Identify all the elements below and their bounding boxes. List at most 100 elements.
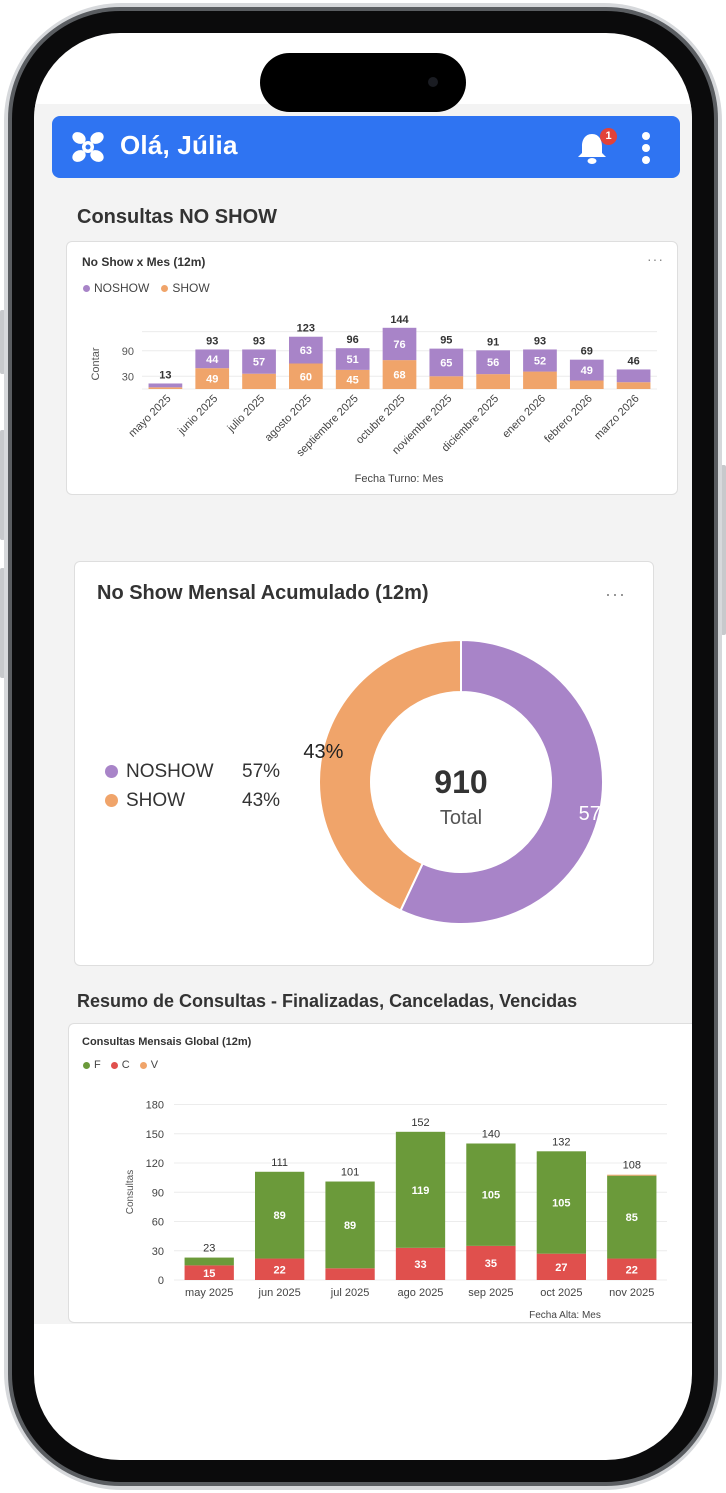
total-label: 132 <box>552 1136 570 1148</box>
noshow-bar-chart: 30 90 Contar 13 mayo 2025 49 44 93 junio 2025 57 9… <box>90 314 657 485</box>
data-label: 119 <box>412 1185 430 1197</box>
y-axis-label: Consultas <box>125 1170 136 1214</box>
data-label: 22 <box>626 1264 638 1276</box>
y-axis-label: Contar <box>90 347 102 380</box>
y-tick-label: 30 <box>152 1246 164 1258</box>
data-label: 33 <box>414 1259 426 1271</box>
global-bar-chart: 0 30 60 90 120 150 180 Consultas 15 23 may 2025 22 8… <box>125 1100 667 1321</box>
donut-total-value: 910 <box>434 764 487 800</box>
x-tick-label: oct 2025 <box>540 1287 582 1299</box>
noshow-section-title: Consultas NO SHOW <box>77 206 278 228</box>
x-tick-label: jul 2025 <box>330 1287 370 1299</box>
bar-segment-show[interactable] <box>616 382 651 389</box>
data-label: 49 <box>581 365 593 377</box>
bar-segment-c[interactable] <box>325 1268 375 1280</box>
camera-icon <box>428 77 438 87</box>
bar-segment-v[interactable] <box>607 1174 657 1176</box>
total-label: 93 <box>534 335 546 347</box>
data-label: 65 <box>440 357 452 369</box>
total-label: 108 <box>623 1160 641 1172</box>
total-label: 123 <box>297 323 315 335</box>
data-label: 89 <box>344 1220 356 1232</box>
x-tick-label: agosto 2025 <box>263 393 314 444</box>
noshow-chart-card: No Show x Mes (12m) ··· NOSHOW SHOW 30 90… <box>66 241 678 495</box>
more-options-icon[interactable] <box>640 130 652 166</box>
total-label: 111 <box>271 1157 288 1169</box>
y-tick-label: 60 <box>152 1217 164 1229</box>
data-label: 44 <box>206 354 219 366</box>
data-label: 105 <box>482 1190 500 1202</box>
bar-segment-show[interactable] <box>429 376 464 389</box>
y-tick-label: 90 <box>152 1187 164 1199</box>
bar-segment-show[interactable] <box>523 371 557 389</box>
total-label: 91 <box>487 336 499 348</box>
y-tick-label: 30 <box>122 371 134 383</box>
donut-chart-card: No Show Mensal Acumulado (12m) ··· NOSHO… <box>74 561 654 966</box>
app-header: Olá, Júlia 1 <box>52 116 680 178</box>
donut-total-label: Total <box>440 807 482 829</box>
slice-label: 57% <box>579 803 619 825</box>
total-label: 93 <box>253 335 265 347</box>
data-label: 105 <box>552 1197 570 1209</box>
y-tick-label: 0 <box>158 1275 164 1287</box>
notification-badge: 1 <box>600 128 617 145</box>
bar-segment-show[interactable] <box>242 373 276 389</box>
total-label: 46 <box>627 355 639 367</box>
app-logo-icon[interactable] <box>70 130 106 164</box>
data-label: 63 <box>300 345 312 357</box>
y-tick-label: 90 <box>122 346 134 358</box>
x-tick-label: febrero 2026 <box>542 393 595 446</box>
total-label: 95 <box>440 335 452 347</box>
total-label: 93 <box>206 335 218 347</box>
x-tick-label: julio 2025 <box>225 393 267 435</box>
data-label: 35 <box>485 1258 497 1270</box>
summary-section-title: Resumo de Consultas - Finalizadas, Cance… <box>77 991 578 1011</box>
donut-chart: 57% 43% 910 Total <box>303 638 619 925</box>
bar-segment-show[interactable] <box>569 380 604 390</box>
data-label: 76 <box>393 339 405 351</box>
x-axis-label: Fecha Alta: Mes <box>529 1310 601 1321</box>
phone-screen: Olá, Júlia 1 Consultas NO SHOW No Show x… <box>34 33 692 1460</box>
x-tick-label: junio 2025 <box>175 393 220 438</box>
x-tick-label: may 2025 <box>185 1287 233 1299</box>
x-tick-label: ago 2025 <box>398 1287 444 1299</box>
greeting-text: Olá, Júlia <box>120 130 238 160</box>
y-tick-label: 180 <box>146 1100 164 1112</box>
data-label: 45 <box>347 374 359 386</box>
y-tick-label: 120 <box>146 1158 164 1170</box>
bar-segment-noshow[interactable] <box>616 369 651 383</box>
dynamic-island <box>260 53 466 112</box>
bar-segment-f[interactable] <box>184 1257 234 1266</box>
bar-segment-show[interactable] <box>148 387 183 389</box>
data-label: 57 <box>253 357 265 369</box>
x-tick-label: jun 2025 <box>258 1287 301 1299</box>
x-tick-label: sep 2025 <box>468 1287 513 1299</box>
total-label: 13 <box>159 369 171 381</box>
data-label: 51 <box>347 354 359 366</box>
x-tick-label: mayo 2025 <box>127 393 174 440</box>
total-label: 152 <box>411 1117 429 1129</box>
y-tick-label: 150 <box>146 1129 164 1141</box>
data-label: 22 <box>274 1264 286 1276</box>
data-label: 89 <box>274 1210 286 1222</box>
x-tick-label: nov 2025 <box>609 1287 654 1299</box>
bar-segment-noshow[interactable] <box>148 383 183 388</box>
data-label: 68 <box>393 370 405 382</box>
total-label: 23 <box>203 1243 215 1255</box>
data-label: 60 <box>300 371 312 383</box>
bar-segment-show[interactable] <box>476 374 510 389</box>
data-label: 15 <box>203 1268 215 1280</box>
total-label: 96 <box>347 334 359 346</box>
data-label: 27 <box>555 1262 567 1274</box>
global-chart-card: Consultas Mensais Global (12m) F C V 0 30… <box>68 1023 692 1323</box>
total-label: 140 <box>482 1129 500 1141</box>
data-label: 85 <box>626 1212 638 1224</box>
slice-label: 43% <box>303 741 343 763</box>
x-tick-label: enero 2026 <box>500 393 548 441</box>
x-tick-label: marzo 2026 <box>592 393 642 443</box>
total-label: 69 <box>581 346 593 358</box>
x-axis-label: Fecha Turno: Mes <box>355 473 444 485</box>
total-label: 144 <box>390 314 409 326</box>
data-label: 56 <box>487 357 499 369</box>
data-label: 49 <box>206 374 218 386</box>
